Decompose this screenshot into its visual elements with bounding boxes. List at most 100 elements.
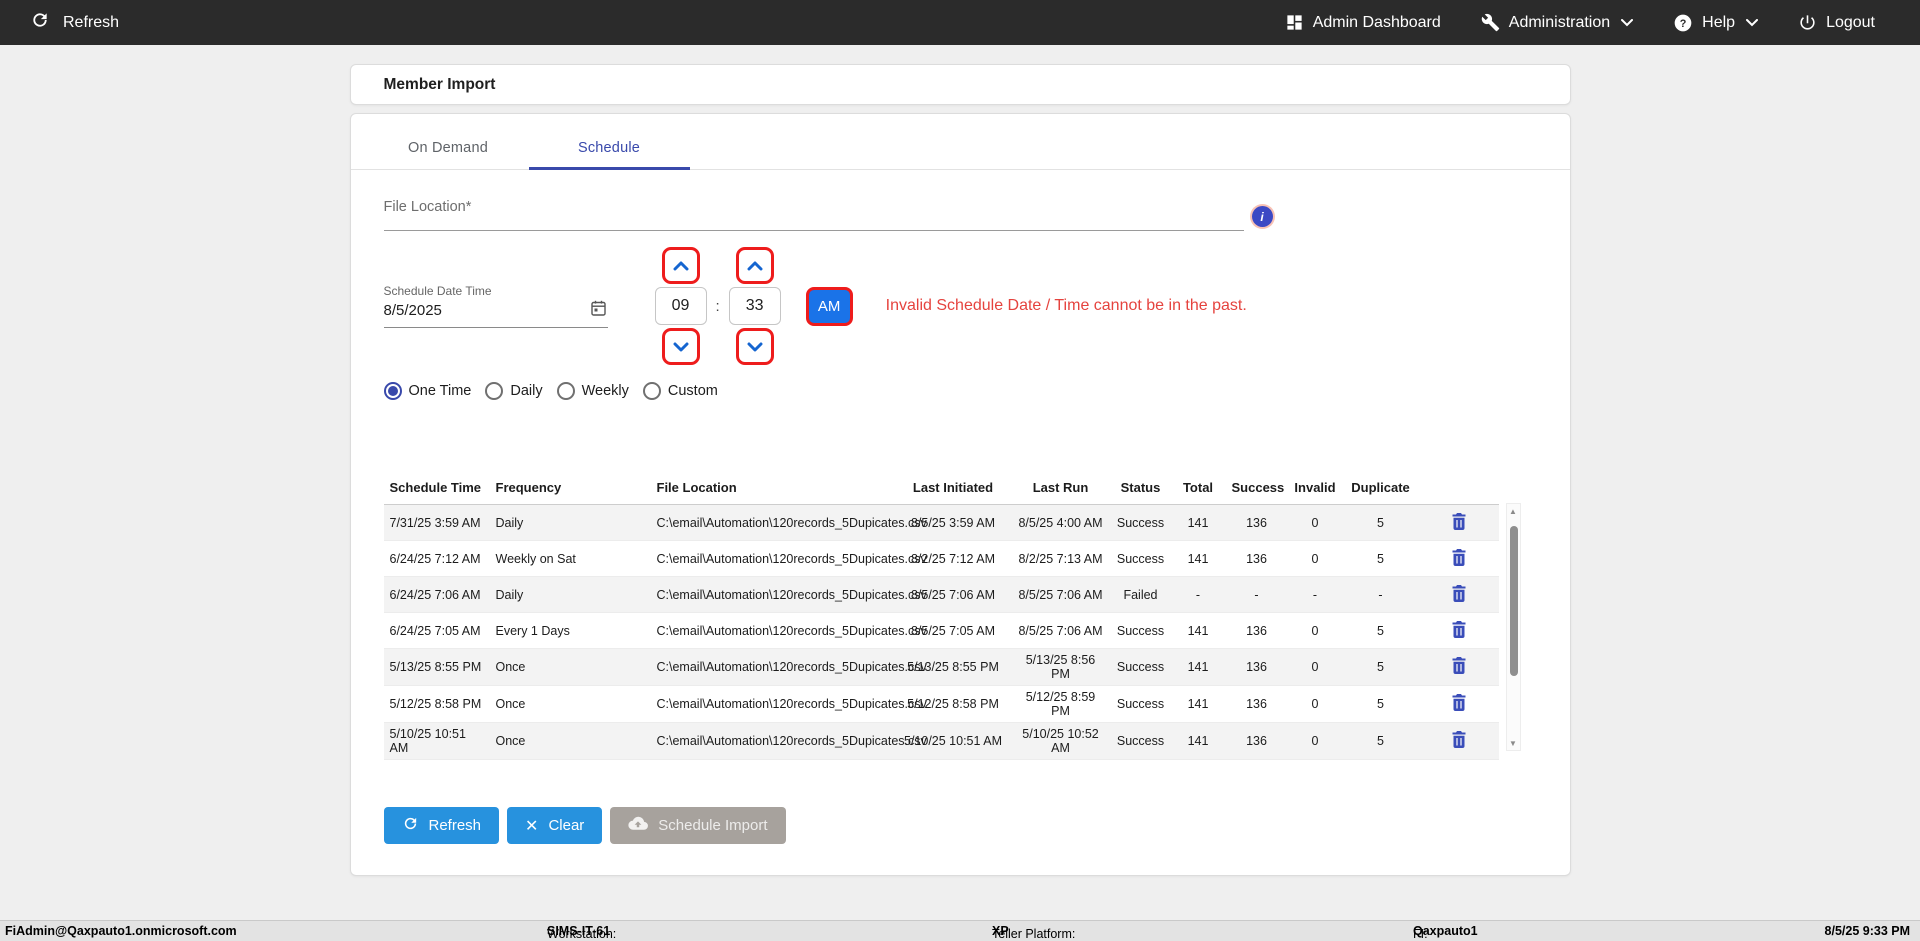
radio-label: One Time (408, 383, 472, 399)
hour-spinner: 09 (654, 247, 707, 365)
fi-label: FI: (1413, 927, 1428, 941)
radio-circle-icon[interactable] (383, 382, 402, 400)
chevron-down-icon (1621, 18, 1634, 27)
chevron-down-icon (673, 342, 688, 351)
table-row[interactable]: 6/24/25 7:12 AM Weekly on Sat C:\email\A… (383, 541, 1499, 577)
col-frequency: Frequency (495, 480, 562, 495)
teller-platform-status: Teller Platform: XP (992, 924, 1075, 941)
chevron-up-icon (747, 261, 763, 270)
trash-icon (1452, 694, 1465, 711)
delete-row-button[interactable] (1452, 731, 1466, 751)
schedule-date-label: Schedule Date Time (383, 284, 492, 298)
refresh-button-label: Refresh (428, 817, 482, 834)
table-row[interactable]: 5/13/25 8:55 PM Once C:\email\Automation… (383, 648, 1499, 686)
table-row[interactable]: 5/10/25 10:51 AM Once C:\email\Automatio… (383, 722, 1499, 760)
radio-circle-icon[interactable] (642, 382, 661, 400)
minute-decrement-button[interactable] (735, 328, 774, 365)
calendar-icon[interactable] (590, 300, 606, 321)
table-scrollbar[interactable]: ▲ ▼ (1505, 503, 1521, 751)
trash-icon (1452, 584, 1465, 602)
scroll-down-icon[interactable]: ▼ (1507, 736, 1520, 750)
title-card: Member Import (349, 64, 1571, 105)
minute-increment-button[interactable] (735, 247, 774, 284)
info-icon[interactable]: i (1251, 206, 1273, 227)
radio-custom[interactable]: Custom (642, 382, 718, 400)
top-navbar: Refresh Admin Dashboard Administration ?… (0, 0, 1920, 45)
delete-row-button[interactable] (1452, 694, 1466, 714)
schedule-table-wrap: Schedule Time Frequency File Location La… (383, 474, 1521, 760)
help-icon: ? (1673, 13, 1693, 33)
scrollbar-thumb[interactable] (1509, 526, 1518, 676)
col-last-initiated: Last Initiated (912, 480, 994, 495)
nav-item-label: Admin Dashboard (1312, 13, 1441, 31)
nav-item-label: Administration (1508, 13, 1611, 31)
refresh-icon (30, 10, 50, 35)
refresh-icon (402, 815, 419, 836)
nav-admin-dashboard[interactable]: Admin Dashboard (1285, 13, 1441, 32)
radio-daily[interactable]: Daily (485, 382, 543, 400)
file-location-label: File Location* (383, 199, 472, 215)
scroll-up-icon[interactable]: ▲ (1507, 504, 1520, 518)
power-icon (1798, 13, 1817, 32)
workstation-status: Workstation: SIMS-IT-61 (547, 924, 616, 941)
radio-label: Custom (667, 383, 718, 399)
schedule-date-group: Schedule Date Time 8/5/2025 (383, 284, 608, 328)
nav-help[interactable]: ? Help (1673, 13, 1759, 33)
radio-label: Weekly (581, 383, 629, 399)
meridiem-toggle-button[interactable]: AM (805, 286, 853, 326)
file-location-row: File Location* i (383, 198, 1537, 231)
radio-circle-icon[interactable] (485, 382, 504, 400)
delete-row-button[interactable] (1452, 620, 1466, 641)
nav-administration[interactable]: Administration (1481, 13, 1634, 32)
col-file-location: File Location (656, 480, 737, 495)
table-body: 7/31/25 3:59 AM Daily C:\email\Automatio… (383, 504, 1499, 760)
nav-refresh[interactable]: Refresh (30, 10, 119, 35)
schedule-datetime-row: Schedule Date Time 8/5/2025 09 : 33 AM I… (383, 246, 1537, 366)
nav-right-group: Admin Dashboard Administration ? Help Lo… (1285, 13, 1875, 33)
fi-status: FI: Qaxpauto1 (1413, 924, 1478, 941)
col-invalid: Invalid (1294, 480, 1336, 495)
hour-decrement-button[interactable] (661, 328, 700, 365)
schedule-error-message: Invalid Schedule Date / Time cannot be i… (885, 297, 1247, 314)
hour-field[interactable]: 09 (654, 287, 707, 325)
nav-item-label: Logout (1826, 13, 1875, 31)
refresh-button[interactable]: Refresh (383, 807, 500, 844)
clear-button-label: Clear (548, 817, 585, 834)
tab-schedule[interactable]: Schedule (528, 140, 690, 170)
table-row[interactable]: 5/12/25 8:58 PM Once C:\email\Automation… (383, 686, 1499, 723)
file-location-input[interactable]: File Location* (383, 198, 1244, 231)
radio-weekly[interactable]: Weekly (556, 382, 629, 400)
radio-one-time[interactable]: One Time (383, 382, 472, 400)
nav-item-label: Help (1702, 13, 1736, 31)
nav-logout[interactable]: Logout (1798, 13, 1875, 32)
col-last-run: Last Run (1032, 480, 1089, 495)
hour-increment-button[interactable] (661, 247, 700, 284)
table-header-row: Schedule Time Frequency File Location La… (383, 474, 1499, 505)
tab-on-demand[interactable]: On Demand (368, 140, 529, 169)
delete-row-button[interactable] (1452, 548, 1466, 569)
minute-spinner: 33 (728, 247, 781, 365)
nav-refresh-label: Refresh (63, 13, 120, 31)
delete-row-button[interactable] (1452, 512, 1466, 533)
clear-button[interactable]: ✕ Clear (507, 807, 603, 844)
wrench-icon (1481, 13, 1500, 32)
delete-row-button[interactable] (1452, 657, 1466, 677)
table-row[interactable]: 7/31/25 3:59 AM Daily C:\email\Automatio… (383, 504, 1499, 541)
recurrence-radio-group: One Time Daily Weekly Custom (383, 382, 1537, 400)
col-actions (1419, 474, 1499, 505)
schedule-date-input[interactable]: 8/5/2025 (383, 298, 608, 328)
svg-text:?: ? (1680, 17, 1687, 29)
col-total: Total (1182, 480, 1214, 495)
schedule-import-button[interactable]: Schedule Import (610, 807, 786, 844)
tab-bar: On Demand Schedule (350, 114, 1570, 170)
minute-field[interactable]: 33 (728, 287, 781, 325)
table-row[interactable]: 6/24/25 7:05 AM Every 1 Days C:\email\Au… (383, 613, 1499, 649)
schedule-import-button-label: Schedule Import (658, 817, 768, 834)
cloud-upload-icon (628, 816, 649, 835)
trash-icon (1452, 548, 1465, 566)
col-duplicate: Duplicate (1351, 480, 1410, 495)
table-row[interactable]: 6/24/25 7:06 AM Daily C:\email\Automatio… (383, 576, 1499, 613)
delete-row-button[interactable] (1452, 584, 1466, 605)
radio-circle-icon[interactable] (556, 382, 575, 400)
radio-label: Daily (510, 383, 543, 399)
